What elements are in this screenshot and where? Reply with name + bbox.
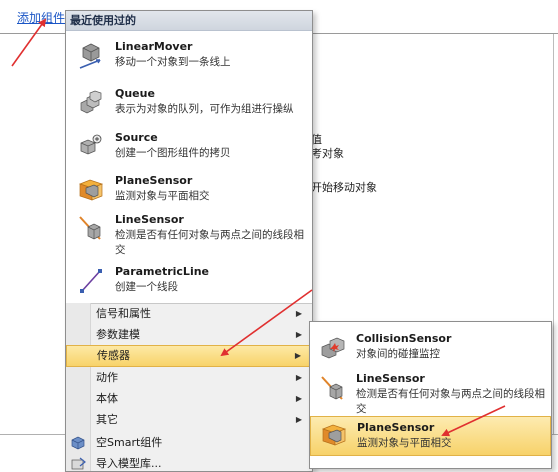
submenu-item-desc: 对象间的碰撞监控 <box>356 348 440 360</box>
annotation-arrow <box>11 18 47 67</box>
submenu-item-plane-sensor[interactable]: PlaneSensor 监测对象与平面相交 <box>310 416 551 456</box>
parametric-line-icon <box>78 267 104 295</box>
menu-item-label: 本体 <box>96 392 118 405</box>
plane-sensor-icon <box>78 176 104 204</box>
recent-item-queue[interactable]: Queue 表示为对象的队列，可作为组进行操纵 <box>66 87 312 119</box>
recent-header: 最近使用过的 <box>66 11 312 31</box>
recent-item-source[interactable]: Source 创建一个图形组件的拷贝 <box>66 131 312 163</box>
recent-item-desc: 移动一个对象到一条线上 <box>115 56 231 68</box>
source-icon <box>78 133 104 161</box>
menu-item-other[interactable]: 其它 ▶ <box>66 409 310 430</box>
menu-item-label: 信号和属性 <box>96 307 151 320</box>
recent-item-name: LineSensor <box>115 213 184 226</box>
recent-item-name: Queue <box>115 87 155 100</box>
screenshot-page: 添加组件 值 考对象 开始移动对象 最近使用过的 LinearMover 移动一 <box>0 0 558 472</box>
recent-item-desc: 检测是否有任何对象与两点之间的线段相交 <box>115 229 304 256</box>
submenu-item-name: PlaneSensor <box>357 421 435 434</box>
menu-item-label: 传感器 <box>97 349 130 362</box>
import-library-icon <box>71 457 86 471</box>
menu-item-body[interactable]: 本体 ▶ <box>66 388 310 409</box>
recent-item-desc: 创建一个线段 <box>115 281 178 293</box>
line-sensor-icon <box>78 215 104 243</box>
menu-item-sensors[interactable]: 传感器 ▶ <box>66 345 310 367</box>
submenu-arrow-icon: ▶ <box>295 373 302 382</box>
menu-item-label: 动作 <box>96 371 118 384</box>
menu-item-parametric-modeling[interactable]: 参数建模 ▶ <box>66 324 310 345</box>
submenu-item-collision-sensor[interactable]: CollisionSensor 对象间的碰撞监控 <box>310 332 551 366</box>
linear-mover-icon <box>78 42 104 70</box>
collision-sensor-icon <box>320 335 346 363</box>
recent-item-name: LinearMover <box>115 40 193 53</box>
add-component-menu: 最近使用过的 LinearMover 移动一个对象到一条线上 Queue 表示为… <box>65 10 313 472</box>
sensors-submenu: CollisionSensor 对象间的碰撞监控 LineSensor 检测是否… <box>309 321 552 469</box>
background-text: 考对象 <box>311 147 344 160</box>
plane-sensor-icon <box>321 421 347 449</box>
submenu-item-line-sensor[interactable]: LineSensor 检测是否有任何对象与两点之间的线段相交 <box>310 372 551 418</box>
recent-item-name: ParametricLine <box>115 265 210 278</box>
right-border <box>553 34 554 434</box>
menu-item-import-library[interactable]: 导入模型库... <box>66 453 310 471</box>
menu-item-label: 其它 <box>96 413 118 426</box>
menu-item-label: 参数建模 <box>96 328 140 341</box>
recent-item-desc: 表示为对象的队列，可作为组进行操纵 <box>115 103 294 115</box>
recent-item-desc: 监测对象与平面相交 <box>115 190 210 202</box>
recent-item-linear-mover[interactable]: LinearMover 移动一个对象到一条线上 <box>66 40 312 72</box>
recent-item-name: Source <box>115 131 158 144</box>
submenu-arrow-icon: ▶ <box>294 351 301 360</box>
recent-item-parametric-line[interactable]: ParametricLine 创建一个线段 <box>66 265 312 297</box>
submenu-arrow-icon: ▶ <box>295 415 302 424</box>
submenu-item-name: CollisionSensor <box>356 332 452 345</box>
recent-item-desc: 创建一个图形组件的拷贝 <box>115 147 231 159</box>
submenu-item-desc: 监测对象与平面相交 <box>357 437 452 449</box>
menu-item-label: 导入模型库... <box>96 457 162 470</box>
add-component-link[interactable]: 添加组件 <box>17 9 65 26</box>
menu-item-actions[interactable]: 动作 ▶ <box>66 367 310 388</box>
background-text: 开始移动对象 <box>311 181 377 194</box>
queue-icon <box>78 89 104 117</box>
recent-list: LinearMover 移动一个对象到一条线上 Queue 表示为对象的队列，可… <box>66 31 312 304</box>
submenu-item-name: LineSensor <box>356 372 425 385</box>
menu-item-signals-properties[interactable]: 信号和属性 ▶ <box>66 303 310 324</box>
submenu-arrow-icon: ▶ <box>295 330 302 339</box>
menu-item-empty-smart-component[interactable]: 空Smart组件 <box>66 432 310 453</box>
line-sensor-icon <box>320 375 346 403</box>
menu-item-label: 空Smart组件 <box>96 436 163 449</box>
recent-item-line-sensor[interactable]: LineSensor 检测是否有任何对象与两点之间的线段相交 <box>66 213 312 259</box>
submenu-arrow-icon: ▶ <box>295 394 302 403</box>
submenu-arrow-icon: ▶ <box>295 309 302 318</box>
recent-item-name: PlaneSensor <box>115 174 193 187</box>
submenu-item-desc: 检测是否有任何对象与两点之间的线段相交 <box>356 388 545 415</box>
recent-item-plane-sensor[interactable]: PlaneSensor 监测对象与平面相交 <box>66 174 312 206</box>
